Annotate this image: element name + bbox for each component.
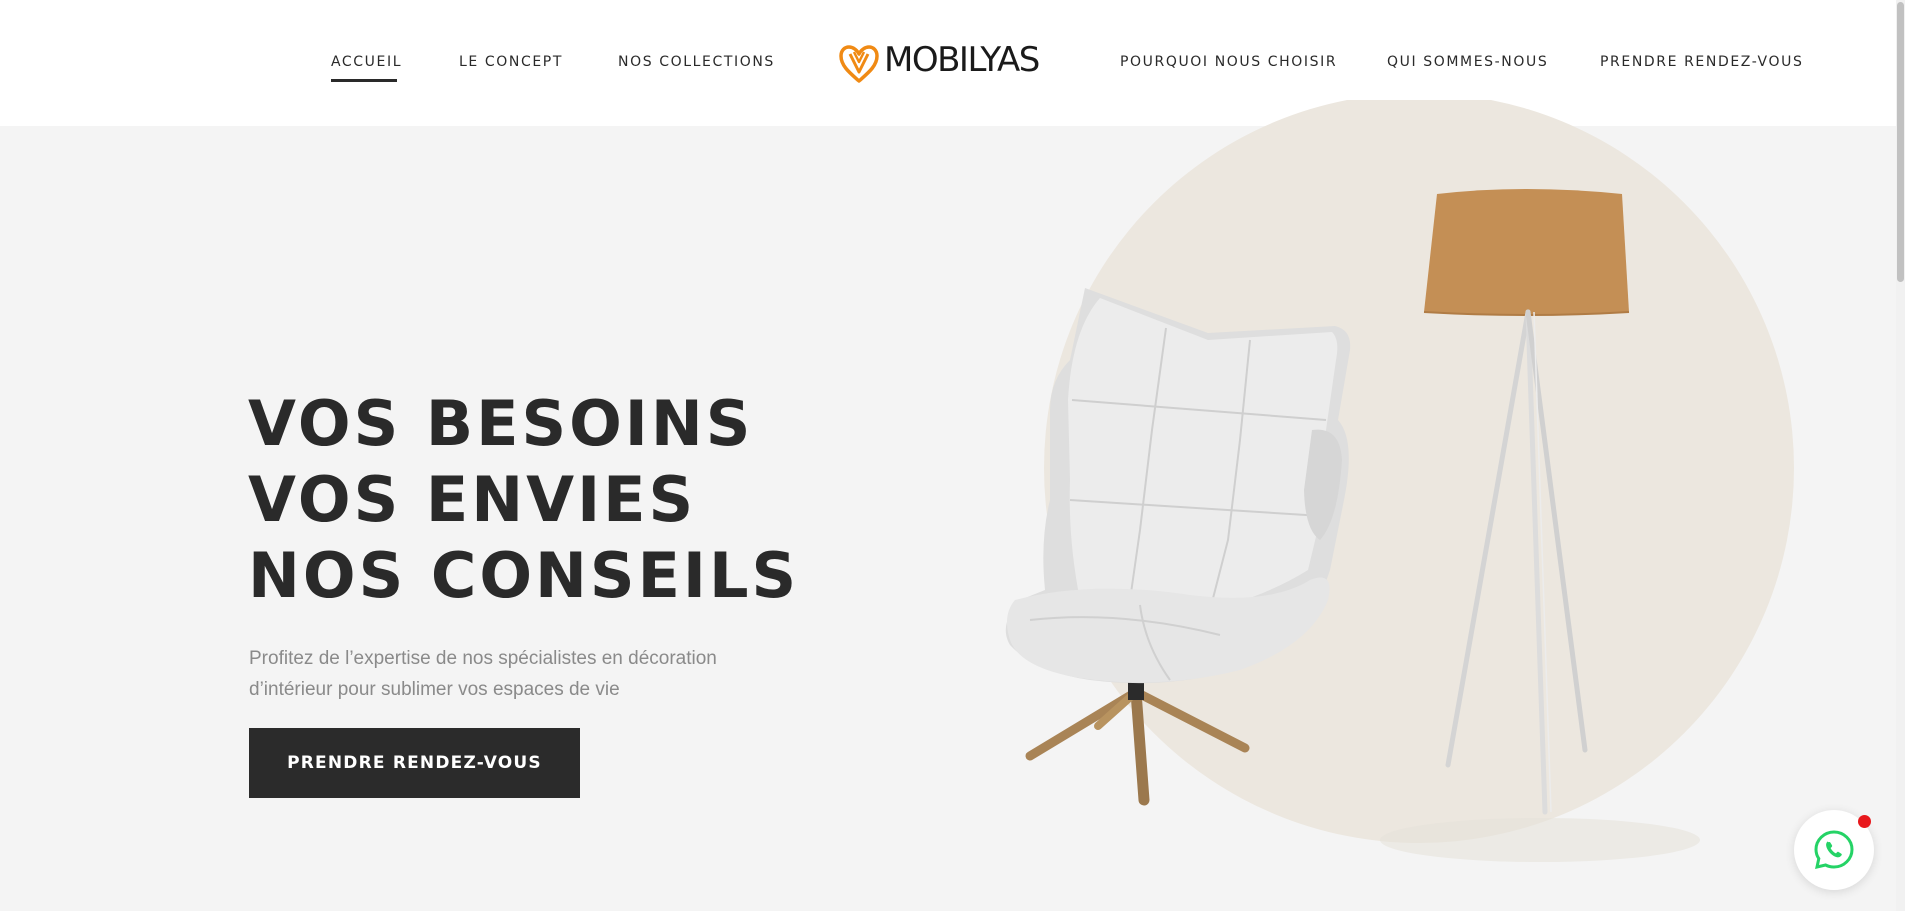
scrollbar-thumb[interactable] xyxy=(1897,2,1904,282)
heart-logo-icon xyxy=(839,45,879,83)
notification-badge xyxy=(1858,815,1871,828)
nav-link-nos-collections[interactable]: NOS COLLECTIONS xyxy=(618,54,775,70)
hero-subtitle: Profitez de l’expertise de nos spécialis… xyxy=(249,648,717,700)
nav-link-le-concept[interactable]: LE CONCEPT xyxy=(459,54,563,70)
hero-title-line-3: NOS CONSEILS xyxy=(248,539,800,612)
nav-link-accueil[interactable]: ACCUEIL xyxy=(331,54,402,70)
nav-link-pourquoi-nous-choisir[interactable]: POURQUOI NOUS CHOISIR xyxy=(1120,54,1337,70)
nav-link-qui-sommes-nous[interactable]: QUI SOMMES-NOUS xyxy=(1387,54,1548,70)
hero-title: VOS BESOINS VOS ENVIES NOS CONSEILS xyxy=(248,386,799,614)
hero-illustration xyxy=(1005,100,1794,862)
logo-text: MOBILYAS xyxy=(884,40,1040,80)
book-appointment-button[interactable]: PRENDRE RENDEZ-VOUS xyxy=(249,728,580,798)
active-nav-indicator xyxy=(331,79,397,82)
whatsapp-icon xyxy=(1814,830,1854,869)
hero-title-line-2: VOS ENVIES xyxy=(248,463,697,536)
hero-title-line-1: VOS BESOINS xyxy=(248,387,754,460)
page-scrollbar[interactable] xyxy=(1896,0,1905,911)
nav-link-prendre-rendez-vous[interactable]: PRENDRE RENDEZ-VOUS xyxy=(1600,54,1803,70)
